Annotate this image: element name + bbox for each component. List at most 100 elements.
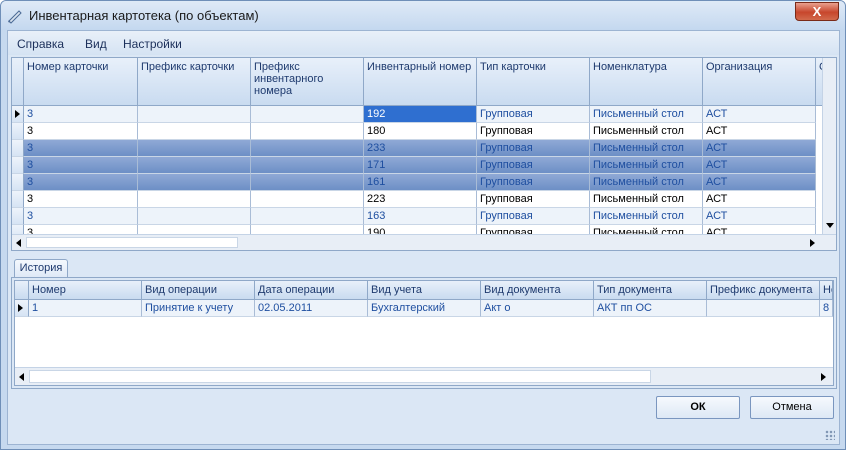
table-cell[interactable]: Групповая: [477, 106, 590, 123]
table-cell[interactable]: 3: [24, 174, 138, 191]
table-cell[interactable]: Групповая: [477, 174, 590, 191]
history-scroll-thumb[interactable]: [29, 370, 651, 383]
history-column-header-number[interactable]: Номер: [29, 281, 142, 300]
menu-help[interactable]: Справка: [17, 37, 64, 51]
table-cell[interactable]: 3: [24, 208, 138, 225]
history-column-header-accounting[interactable]: Вид учета: [368, 281, 481, 300]
history-scroll-right-icon[interactable]: [821, 373, 826, 381]
table-cell[interactable]: 233: [364, 140, 477, 157]
table-cell[interactable]: [251, 191, 364, 208]
column-header-inventory-number[interactable]: Инвентарный номер: [364, 58, 477, 106]
cancel-button[interactable]: Отмена: [750, 396, 834, 419]
table-cell[interactable]: Письменный стол: [590, 191, 703, 208]
history-grid[interactable]: Номер Вид операции Дата операции Вид уче…: [14, 280, 834, 386]
table-cell[interactable]: 180: [364, 123, 477, 140]
table-cell[interactable]: АСТ: [703, 140, 816, 157]
menu-view[interactable]: Вид: [85, 37, 107, 51]
history-column-header-doc-prefix[interactable]: Префикс документа: [707, 281, 820, 300]
column-header-organization[interactable]: Организация: [703, 58, 816, 106]
history-table-cell[interactable]: АКТ пп ОС: [594, 300, 707, 317]
table-cell[interactable]: [138, 140, 251, 157]
table-cell[interactable]: Письменный стол: [590, 140, 703, 157]
table-cell[interactable]: АСТ: [703, 191, 816, 208]
history-column-header-date[interactable]: Дата операции: [255, 281, 368, 300]
scroll-down-icon[interactable]: [826, 223, 834, 228]
table-cell[interactable]: АСТ: [703, 106, 816, 123]
history-table-cell[interactable]: 8: [820, 300, 833, 317]
column-header-card-number[interactable]: Номер карточки: [24, 58, 138, 106]
history-table-cell[interactable]: Бухгалтерский: [368, 300, 481, 317]
resize-grip-icon[interactable]: [825, 430, 835, 440]
table-cell[interactable]: Письменный стол: [590, 106, 703, 123]
menu-settings[interactable]: Настройки: [123, 37, 182, 51]
table-cell[interactable]: 161: [364, 174, 477, 191]
table-cell[interactable]: АСТ: [703, 174, 816, 191]
table-cell[interactable]: Групповая: [477, 191, 590, 208]
column-header-nomenclature[interactable]: Номенклатура: [590, 58, 703, 106]
table-cell[interactable]: Групповая: [477, 123, 590, 140]
scroll-left-icon[interactable]: [16, 239, 21, 247]
history-horizontal-scrollbar[interactable]: [15, 367, 833, 385]
table-cell[interactable]: [138, 157, 251, 174]
table-cell[interactable]: [138, 208, 251, 225]
table-cell[interactable]: АСТ: [703, 157, 816, 174]
column-header-card-prefix[interactable]: Префикс карточки: [138, 58, 251, 106]
history-table-cell[interactable]: 1: [29, 300, 142, 317]
table-cell[interactable]: 3: [24, 140, 138, 157]
table-cell[interactable]: Письменный стол: [590, 208, 703, 225]
history-scroll-left-icon[interactable]: [19, 373, 24, 381]
scroll-right-icon[interactable]: [810, 239, 815, 247]
history-column-header-doc-kind[interactable]: Вид документа: [481, 281, 594, 300]
table-cell[interactable]: Групповая: [477, 208, 590, 225]
row-selector[interactable]: [12, 174, 24, 191]
cards-horizontal-scrollbar[interactable]: [12, 234, 836, 250]
table-cell[interactable]: [251, 157, 364, 174]
table-cell[interactable]: 163: [364, 208, 477, 225]
history-table-cell[interactable]: Принятие к учету: [142, 300, 255, 317]
history-column-header-operation[interactable]: Вид операции: [142, 281, 255, 300]
table-cell[interactable]: [138, 123, 251, 140]
row-selector[interactable]: [12, 157, 24, 174]
table-cell[interactable]: [138, 191, 251, 208]
column-header-card-type[interactable]: Тип карточки: [477, 58, 590, 106]
table-cell[interactable]: Групповая: [477, 140, 590, 157]
table-cell[interactable]: Письменный стол: [590, 157, 703, 174]
table-cell[interactable]: [138, 106, 251, 123]
table-cell[interactable]: [251, 140, 364, 157]
row-selector[interactable]: [12, 208, 24, 225]
table-cell[interactable]: 192: [364, 106, 477, 123]
table-cell[interactable]: АСТ: [703, 208, 816, 225]
table-cell[interactable]: [138, 174, 251, 191]
row-selector[interactable]: [12, 191, 24, 208]
table-cell[interactable]: Письменный стол: [590, 123, 703, 140]
table-cell[interactable]: 171: [364, 157, 477, 174]
cards-vertical-scrollbar[interactable]: [822, 58, 836, 234]
table-cell[interactable]: [251, 123, 364, 140]
table-cell[interactable]: Групповая: [477, 157, 590, 174]
history-column-header-doc-type[interactable]: Тип документа: [594, 281, 707, 300]
row-selector[interactable]: [12, 140, 24, 157]
close-button[interactable]: X: [795, 2, 839, 21]
table-cell[interactable]: 3: [24, 157, 138, 174]
table-cell[interactable]: Письменный стол: [590, 174, 703, 191]
column-header-inventory-prefix[interactable]: Префикс инвентарного номера: [251, 58, 364, 106]
table-cell[interactable]: [251, 106, 364, 123]
table-cell[interactable]: [251, 208, 364, 225]
table-cell[interactable]: АСТ: [703, 123, 816, 140]
history-column-header-more[interactable]: Но: [820, 281, 833, 300]
history-table-cell[interactable]: 02.05.2011: [255, 300, 368, 317]
row-selector[interactable]: [12, 123, 24, 140]
table-cell[interactable]: 223: [364, 191, 477, 208]
cards-grid[interactable]: Номер карточки Префикс карточки Префикс …: [11, 57, 837, 251]
row-selector[interactable]: [12, 106, 24, 123]
history-table-cell[interactable]: [707, 300, 820, 317]
history-row-selector[interactable]: [15, 300, 29, 317]
tab-history[interactable]: История: [14, 259, 68, 278]
ok-button[interactable]: ОК: [656, 396, 740, 419]
table-cell[interactable]: 3: [24, 123, 138, 140]
horizontal-scroll-thumb[interactable]: [26, 237, 238, 248]
history-table-cell[interactable]: Акт о: [481, 300, 594, 317]
table-cell[interactable]: 3: [24, 106, 138, 123]
table-cell[interactable]: [251, 174, 364, 191]
table-cell[interactable]: 3: [24, 191, 138, 208]
